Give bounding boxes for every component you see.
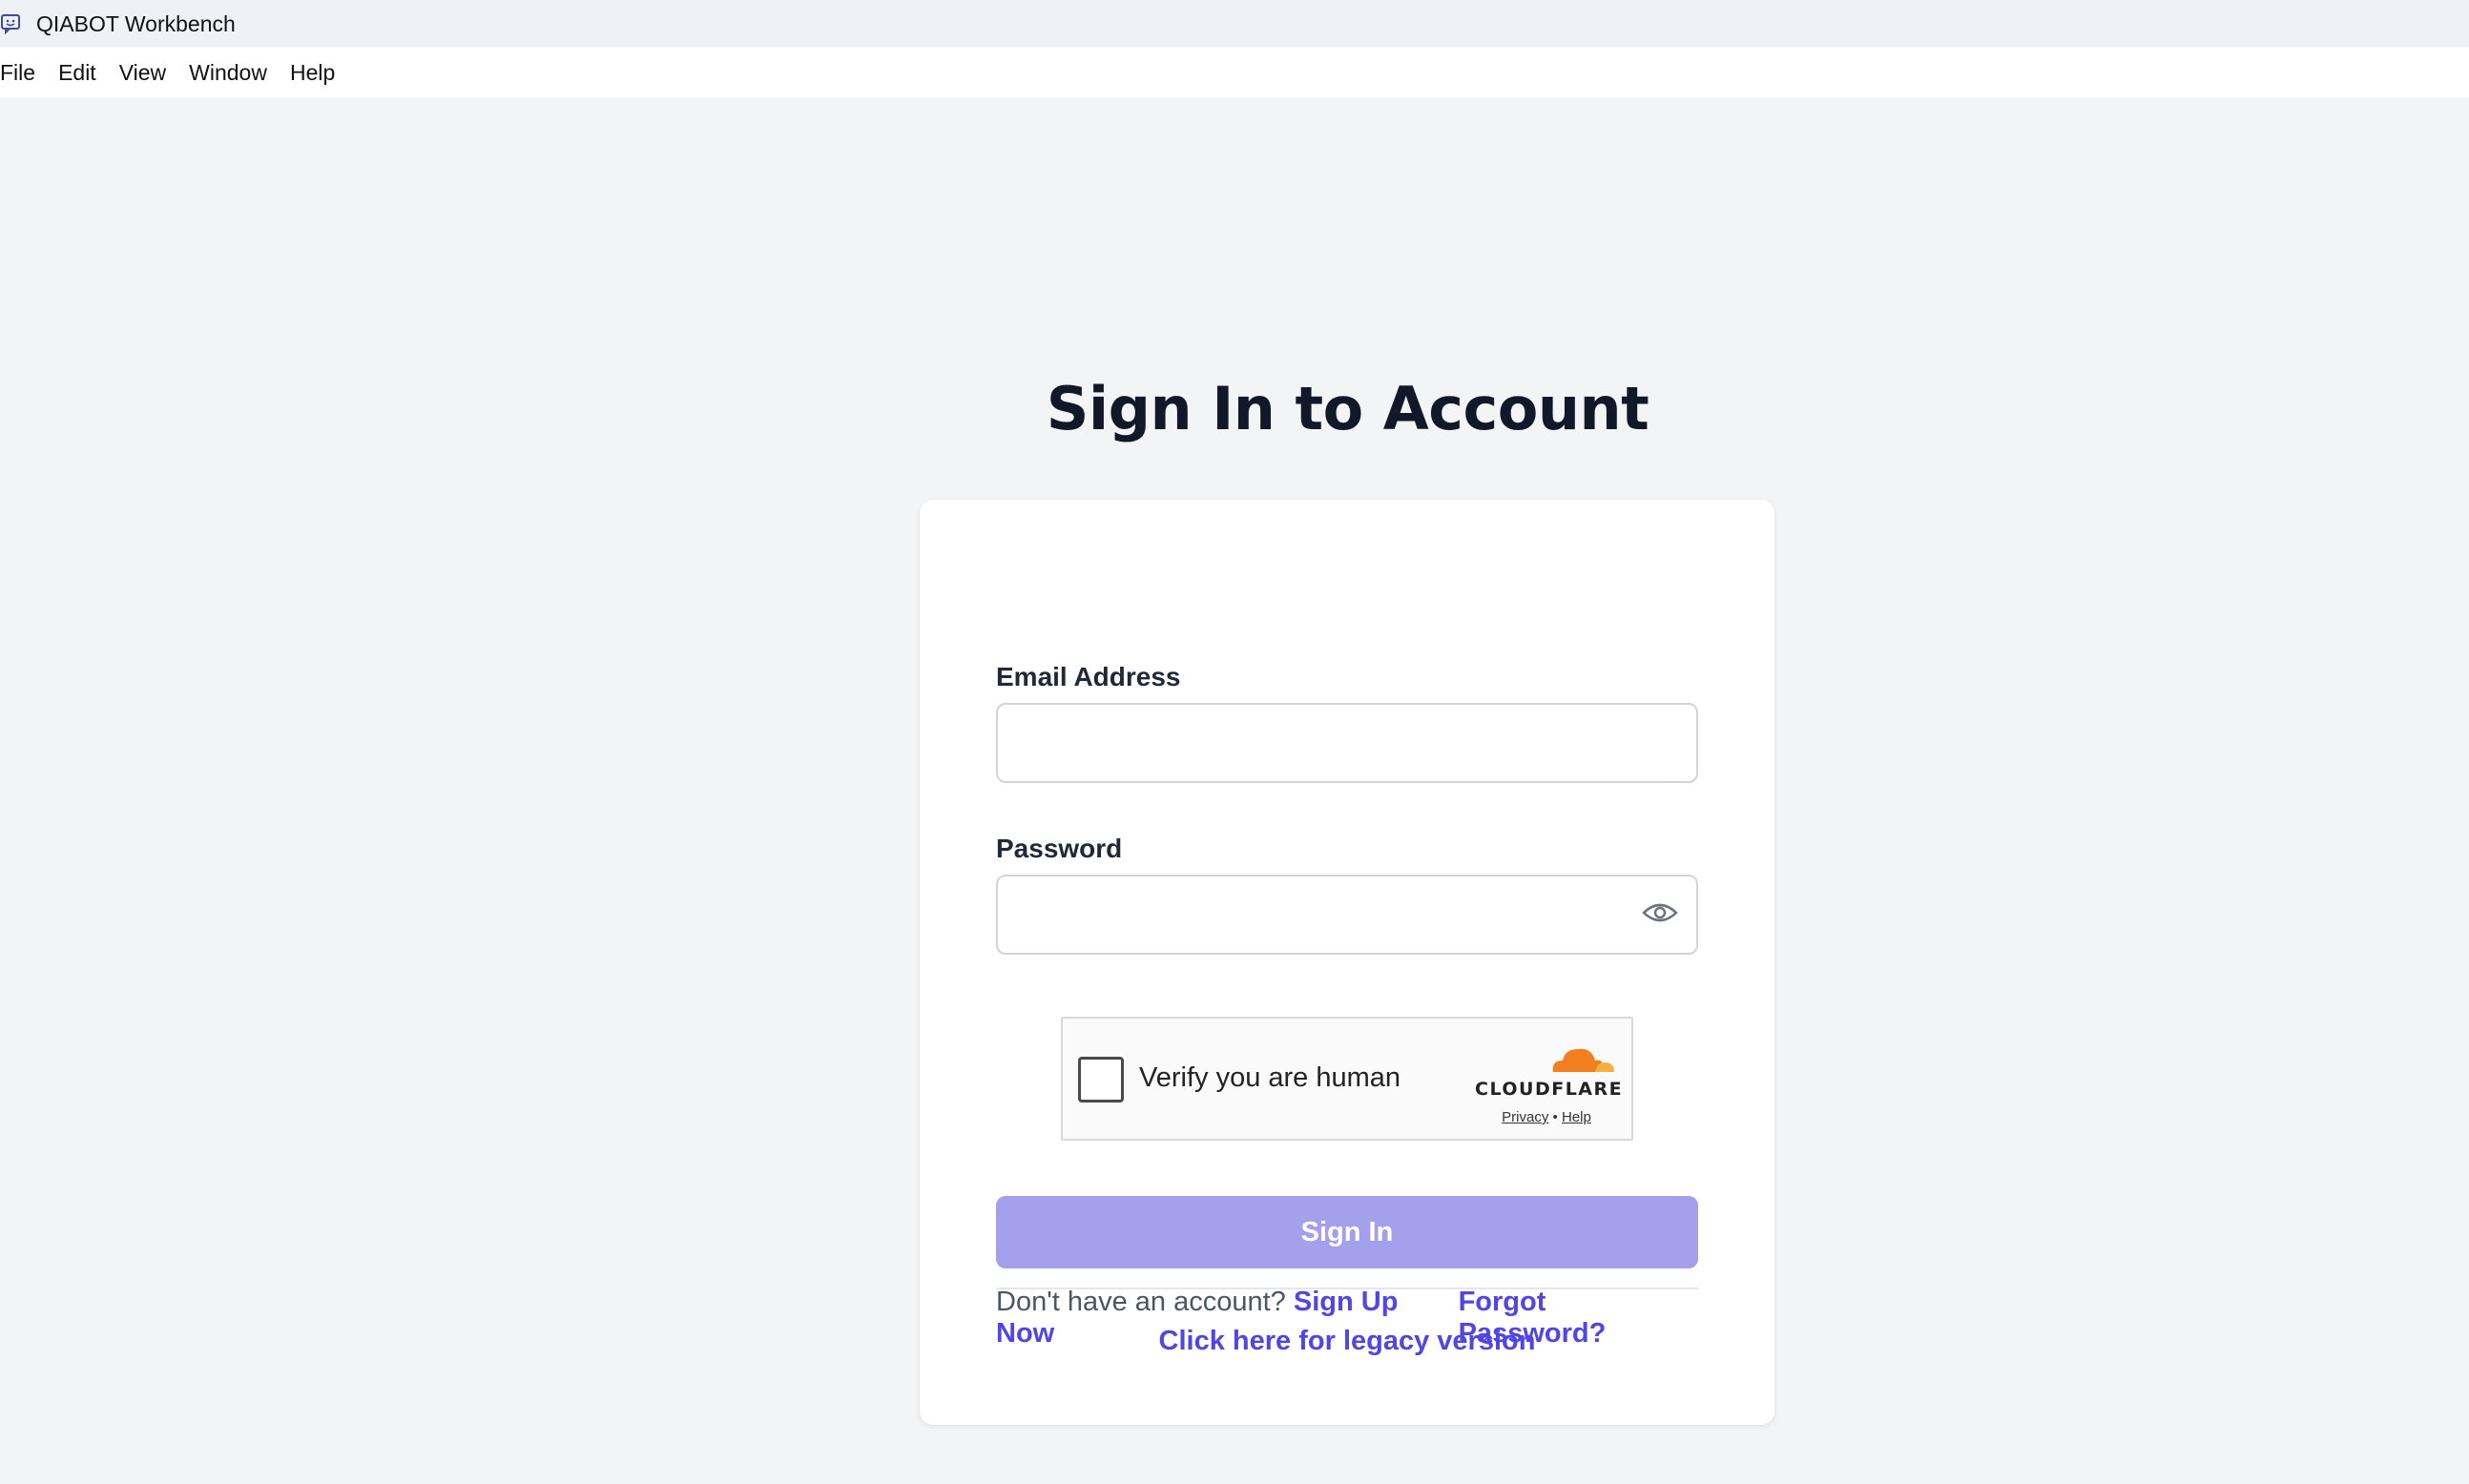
legacy-row: Click here for legacy version bbox=[920, 1326, 1774, 1357]
menu-window[interactable]: Window bbox=[177, 60, 279, 86]
password-field[interactable] bbox=[996, 875, 1698, 955]
captcha-checkbox[interactable] bbox=[1078, 1057, 1124, 1103]
window-title: QIABOT Workbench bbox=[36, 10, 236, 36]
cloudflare-cloud-icon bbox=[1552, 1048, 1614, 1072]
no-account-text: Don't have an account? bbox=[996, 1287, 1286, 1317]
signin-card: Email Address Password Verify you are hu… bbox=[920, 500, 1774, 1425]
cloudflare-wordmark: CLOUDFLARE bbox=[1475, 1079, 1624, 1100]
captcha-text: Verify you are human bbox=[1139, 1062, 1401, 1093]
menu-help[interactable]: Help bbox=[279, 60, 346, 86]
show-password-eye-icon[interactable] bbox=[1641, 894, 1679, 932]
signin-button[interactable]: Sign In bbox=[996, 1196, 1698, 1268]
menu-view[interactable]: View bbox=[108, 60, 177, 86]
menu-edit[interactable]: Edit bbox=[47, 60, 108, 86]
captcha-widget: Verify you are human CLOUDFLARE Privacy … bbox=[1061, 1017, 1633, 1141]
main-content: Sign In to Account Email Address Passwor… bbox=[0, 97, 2469, 1484]
app-chat-icon bbox=[0, 12, 23, 35]
menu-bar: File Edit View Window Help bbox=[0, 48, 2469, 97]
captcha-link-separator: • bbox=[1552, 1109, 1558, 1125]
legacy-version-link[interactable]: Click here for legacy version bbox=[1159, 1326, 1536, 1356]
cloudflare-logo: CLOUDFLARE Privacy • Help bbox=[1475, 1040, 1624, 1125]
email-label: Email Address bbox=[996, 662, 1181, 691]
password-wrapper bbox=[920, 875, 1774, 955]
page-title: Sign In to Account bbox=[1046, 374, 1649, 443]
title-bar: QIABOT Workbench bbox=[0, 0, 2469, 48]
card-divider bbox=[996, 1288, 1698, 1289]
captcha-links: Privacy • Help bbox=[1475, 1109, 1618, 1125]
captcha-help-link[interactable]: Help bbox=[1562, 1109, 1591, 1125]
captcha-privacy-link[interactable]: Privacy bbox=[1502, 1109, 1548, 1125]
email-field[interactable] bbox=[996, 703, 1698, 783]
menu-file[interactable]: File bbox=[0, 60, 47, 86]
password-label: Password bbox=[996, 834, 1123, 863]
